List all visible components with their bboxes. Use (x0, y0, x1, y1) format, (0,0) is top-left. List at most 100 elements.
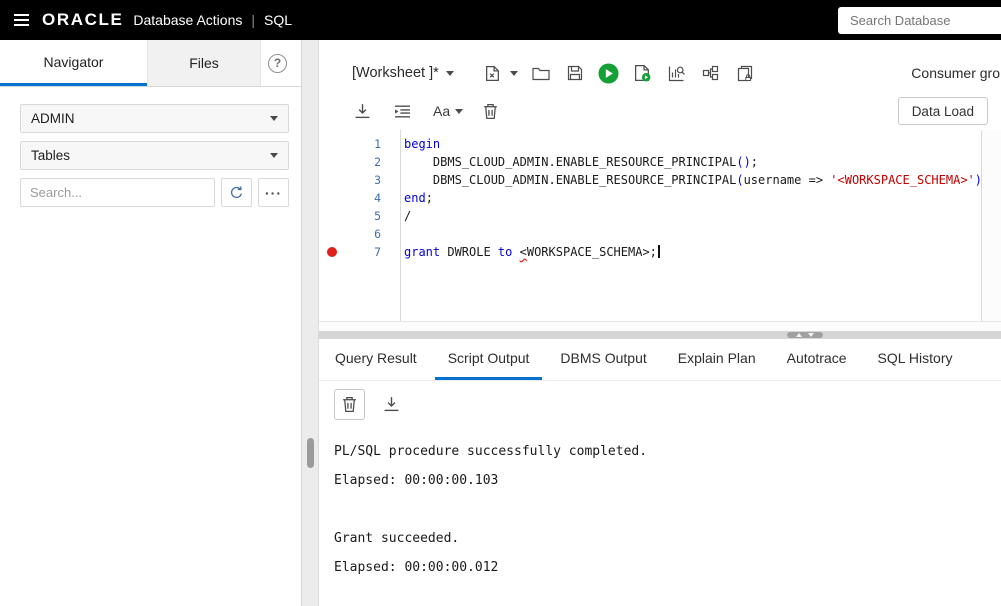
new-worksheet-icon (486, 65, 500, 81)
title-divider: | (251, 12, 255, 28)
line-number: 7 (374, 245, 381, 259)
tab-query-result[interactable]: Query Result (322, 339, 430, 380)
line-number: 4 (374, 191, 381, 205)
tab-files[interactable]: Files (147, 40, 261, 86)
gutter-line[interactable]: 5 (319, 207, 400, 225)
worksheet-toolbar-row2: Aa Data Load (319, 92, 1001, 130)
code-token: () (736, 155, 751, 169)
chevron-down-icon (270, 116, 278, 121)
panel-splitter[interactable] (319, 331, 1001, 339)
format-button[interactable] (389, 98, 415, 124)
data-load-button[interactable]: Data Load (897, 97, 988, 125)
tab-sql-history[interactable]: SQL History (865, 339, 966, 380)
code-token: DWROLE (440, 245, 498, 259)
folder-icon (532, 67, 550, 80)
run-statement-button[interactable] (596, 60, 622, 86)
object-search-input[interactable] (20, 178, 215, 207)
code-token: WORKSPACE_SCHEMA>; (526, 245, 657, 259)
code-line[interactable] (401, 225, 981, 243)
code-token: DBMS_CLOUD_ADMIN.ENABLE_RESOURCE_PRINCIP… (404, 155, 737, 169)
explain-plan-icon (669, 66, 686, 81)
font-size-button[interactable]: Aa (433, 103, 464, 119)
tab-dbms-output[interactable]: DBMS Output (547, 339, 659, 380)
code-line[interactable]: DBMS_CLOUD_ADMIN.ENABLE_RESOURCE_PRINCIP… (401, 153, 981, 171)
object-type-select-value: Tables (31, 148, 71, 163)
app-name: Database Actions (133, 12, 243, 28)
gutter-line[interactable]: 2 (319, 153, 400, 171)
output-toolbar (319, 381, 1001, 427)
download-output-button[interactable] (378, 391, 404, 417)
script-output-text: PL/SQL procedure successfully completed.… (319, 427, 1001, 582)
new-worksheet-chevron[interactable] (509, 70, 518, 76)
collapse-down-icon (808, 333, 814, 337)
sidebar-tab-bar: Navigator Files ? (0, 40, 301, 87)
sidebar-splitter[interactable] (303, 40, 318, 606)
chevron-down-icon (270, 153, 278, 158)
search-database-box (838, 7, 1001, 34)
open-file-button[interactable] (528, 60, 554, 86)
object-search-row: ··· (20, 178, 289, 207)
worksheet-selector[interactable]: [Worksheet ]* (352, 65, 454, 81)
gutter-line[interactable]: 4 (319, 189, 400, 207)
code-token: ( (736, 173, 744, 187)
download-worksheet-button[interactable] (349, 98, 375, 124)
new-worksheet-button[interactable] (480, 60, 506, 86)
code-lines[interactable]: begin DBMS_CLOUD_ADMIN.ENABLE_RESOURCE_P… (401, 130, 981, 321)
clear-worksheet-button[interactable] (477, 98, 503, 124)
tab-explain-plan[interactable]: Explain Plan (665, 339, 769, 380)
chevron-down-icon (455, 108, 464, 114)
font-size-label: Aa (433, 103, 451, 119)
editor-vertical-scrollbar[interactable] (981, 130, 1001, 321)
code-line[interactable]: DBMS_CLOUD_ADMIN.ENABLE_RESOURCE_PRINCIP… (401, 171, 981, 189)
run-script-button[interactable] (630, 60, 656, 86)
consumer-group-label[interactable]: Consumer gro (911, 65, 1001, 81)
schema-select[interactable]: ADMIN (20, 104, 289, 133)
bottom-tabs: Query Result Script Output DBMS Output Expl… (319, 339, 1001, 381)
line-number: 3 (374, 173, 381, 187)
text-cursor (657, 245, 660, 258)
more-options-button[interactable]: ··· (258, 178, 289, 207)
editor-horizontal-scrollbar[interactable] (319, 321, 1001, 331)
explain-plan-button[interactable] (664, 60, 690, 86)
sql-history-button[interactable] (732, 60, 758, 86)
clear-output-button[interactable] (334, 388, 365, 420)
oracle-logo: ORACLE (42, 10, 124, 29)
code-line[interactable]: grant DWROLE to <WORKSPACE_SCHEMA>; (401, 243, 981, 261)
save-icon (567, 65, 582, 81)
worksheet-actions (480, 60, 766, 86)
output-line: Grant succeeded. (334, 531, 460, 546)
code-token: ; (425, 191, 433, 205)
worksheet-toolbar-row1: [Worksheet ]* Consumer gro (319, 54, 1001, 92)
line-number: 6 (374, 227, 381, 241)
trash-icon (483, 103, 497, 119)
run-script-icon (635, 64, 651, 82)
tab-autotrace[interactable]: Autotrace (774, 339, 860, 380)
sidebar-splitter-handle[interactable] (307, 438, 314, 468)
splitter-handle[interactable] (787, 332, 823, 338)
breakpoint-dot[interactable] (327, 247, 337, 257)
chevron-down-icon (445, 70, 454, 76)
menu-icon[interactable] (0, 0, 42, 40)
tab-script-output[interactable]: Script Output (434, 339, 543, 380)
gutter-line[interactable]: 7 (319, 243, 400, 261)
collapse-up-icon (796, 333, 802, 337)
object-type-select[interactable]: Tables (20, 141, 289, 170)
refresh-button[interactable] (221, 178, 252, 207)
gutter-line[interactable]: 6 (319, 225, 400, 243)
sql-editor[interactable]: 1 2 3 4 5 6 7 begin DBMS_CLOUD_ADMIN.ENABLE_RE… (319, 130, 1001, 321)
help-icon[interactable]: ? (268, 53, 287, 73)
code-line[interactable]: begin (401, 135, 981, 153)
tab-navigator[interactable]: Navigator (0, 40, 147, 86)
gutter-line[interactable]: 3 (319, 171, 400, 189)
refresh-icon (230, 186, 243, 199)
product-name: SQL (264, 12, 293, 28)
line-number: 1 (374, 137, 381, 151)
code-line[interactable]: / (401, 207, 981, 225)
autotrace-button[interactable] (698, 60, 724, 86)
results-panel: Query Result Script Output DBMS Output Expl… (319, 339, 1001, 606)
search-database-input[interactable] (838, 13, 1001, 28)
gutter-line[interactable]: 1 (319, 135, 400, 153)
save-button[interactable] (562, 60, 588, 86)
code-line[interactable]: end; (401, 189, 981, 207)
